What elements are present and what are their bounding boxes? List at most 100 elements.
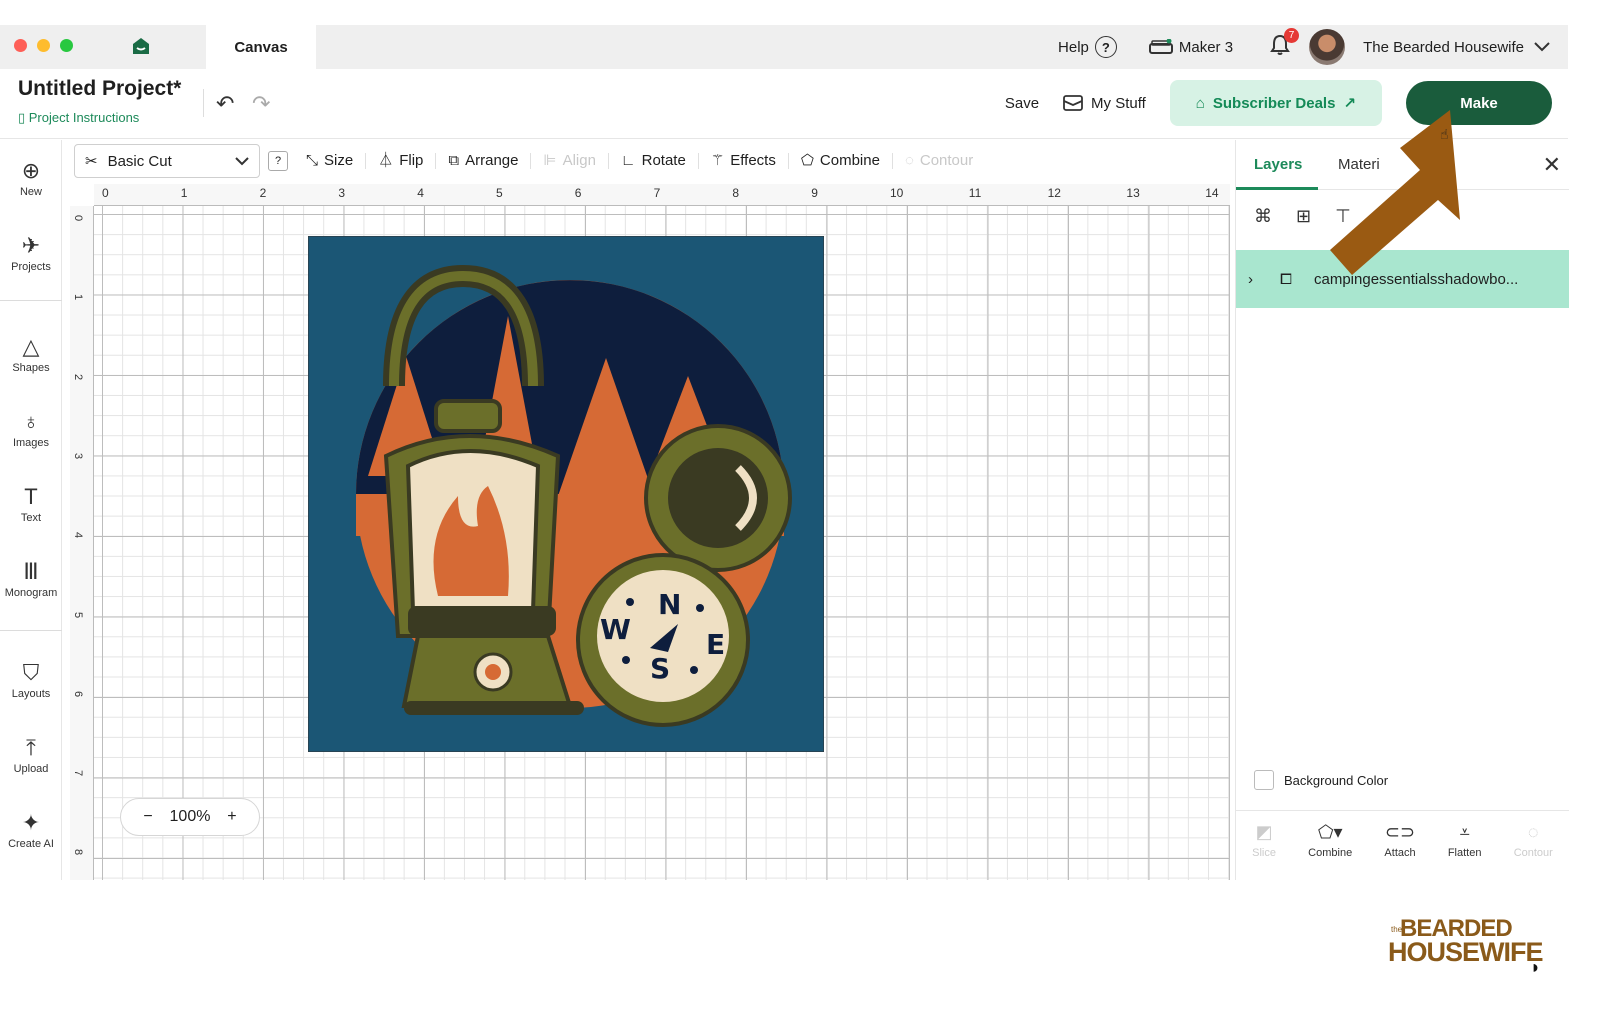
sidebar-item-label: Images <box>12 437 50 449</box>
shapes-icon: △ <box>22 334 40 359</box>
ruler-top-tick-label: 12 <box>1047 186 1061 200</box>
sidebar-item-shapes[interactable]: △ Shapes <box>0 334 62 374</box>
contour-icon: ◌ <box>904 152 914 169</box>
contour-panel-button[interactable]: ◌ Contour <box>1514 822 1553 859</box>
background-color-checkbox[interactable] <box>1254 770 1274 790</box>
background-color-toggle[interactable]: Background Color <box>1254 770 1388 790</box>
flatten-button[interactable]: ⩡ Flatten <box>1448 822 1482 859</box>
close-window-button[interactable] <box>14 39 27 52</box>
zoom-out-button[interactable]: − <box>143 808 152 826</box>
maximize-window-button[interactable] <box>60 39 73 52</box>
arrange-button[interactable]: ⧉ Arrange <box>436 152 532 169</box>
close-icon[interactable]: ✕ <box>1543 152 1561 178</box>
help-button[interactable]: Help ? <box>1058 36 1117 58</box>
sidebar-item-label: Create AI <box>8 838 54 850</box>
lightbulb-icon: ♁ <box>22 409 40 434</box>
resize-icon: ⤡ <box>306 152 319 169</box>
chevron-down-icon <box>235 156 249 165</box>
operation-help-button[interactable]: ? <box>268 151 288 171</box>
combine-label: Combine <box>819 152 880 169</box>
ruler-top-tick-label: 9 <box>811 186 818 200</box>
ruler-top-tick-label: 13 <box>1126 186 1140 200</box>
zoom-control: − 100% + <box>120 798 260 836</box>
upload-icon: ⤒ <box>26 735 36 760</box>
user-menu[interactable]: The Bearded Housewife <box>1363 39 1550 56</box>
combine-panel-label: Combine <box>1308 847 1353 859</box>
notifications-button[interactable]: 7 <box>1269 28 1300 60</box>
ruler-left-tick-label: 4 <box>72 532 85 539</box>
sidebar-item-label: Monogram <box>4 587 58 599</box>
machine-icon <box>1148 39 1173 54</box>
camping-shadowbox-design[interactable]: N W E S <box>308 236 824 752</box>
effects-button[interactable]: ⚚ Effects <box>699 153 789 169</box>
slice-label: Slice <box>1252 847 1276 859</box>
envelope-icon <box>1063 95 1083 111</box>
home-icon[interactable] <box>131 36 151 56</box>
plus-circle-icon: ⊕ <box>21 158 41 183</box>
rotate-button[interactable]: ∟ Rotate <box>609 153 699 169</box>
rotate-label: Rotate <box>641 152 686 169</box>
sidebar-item-new[interactable]: ⊕ New <box>0 158 62 198</box>
contour-button[interactable]: ◌ Contour <box>893 153 985 169</box>
operation-select[interactable]: ✂ Basic Cut <box>74 144 260 178</box>
tab-layers[interactable]: Layers <box>1254 156 1302 173</box>
sidebar-item-monogram[interactable]: Ⅲ Monogram <box>0 559 62 599</box>
chevron-right-icon[interactable]: › <box>1248 271 1268 288</box>
tab-indicator <box>1236 187 1318 190</box>
duplicate-icon[interactable]: ⊞ <box>1296 206 1311 227</box>
ruler-left-tick-label: 6 <box>72 690 85 697</box>
flip-button[interactable]: ⏃ Flip <box>366 153 437 169</box>
design-canvas[interactable]: 0 1 2 3 4 5 6 7 8 9 10 11 12 13 14 012345678 N W E S <box>70 184 1230 880</box>
compass-letter-n: N <box>658 588 681 621</box>
zoom-level: 100% <box>169 808 211 825</box>
ruler-left-tick-label: 1 <box>72 294 85 301</box>
redo-icon[interactable]: ↷ <box>252 91 270 117</box>
divider <box>0 630 62 631</box>
zoom-in-button[interactable]: + <box>227 808 236 826</box>
ruler-top-tick-label: 7 <box>653 186 661 200</box>
logo-line-2: HOUSEWIFE <box>1388 937 1544 967</box>
sidebar-item-label: New <box>19 186 42 198</box>
combine-icon: ⬠▾ <box>1317 822 1343 842</box>
sidebar-item-images[interactable]: ♁ Images <box>0 409 62 449</box>
help-label: Help <box>1058 38 1089 56</box>
sidebar-item-layouts[interactable]: ⛉ Layouts <box>0 660 62 700</box>
sidebar-item-label: Upload <box>13 763 49 775</box>
user-name: The Bearded Housewife <box>1363 38 1524 56</box>
sidebar-item-upload[interactable]: ⤒ Upload <box>0 735 62 775</box>
sidebar-item-text[interactable]: T Text <box>0 484 62 524</box>
arrange-label: Arrange <box>465 152 519 169</box>
ruler-top-tick-label: 5 <box>496 186 503 200</box>
project-instructions-link[interactable]: ▯ Project Instructions <box>18 110 139 126</box>
monogram-icon: Ⅲ <box>23 559 39 584</box>
compass-letter-e: E <box>706 628 725 661</box>
undo-icon[interactable]: ↶ <box>216 91 234 117</box>
attach-button[interactable]: ⊂⊃ Attach <box>1384 822 1415 859</box>
my-stuff-button[interactable]: My Stuff <box>1063 95 1146 112</box>
group-icon[interactable]: ⌘ <box>1254 206 1272 227</box>
top-right-controls: Help ? Maker 3 7 The Bearded Housewife <box>1058 25 1550 69</box>
contour-panel-label: Contour <box>1513 847 1553 859</box>
layer-actions: ◩ Slice ⬠▾ Combine ⊂⊃ Attach ⩡ Flatten ◌ Cont… <box>1236 810 1569 870</box>
slice-button[interactable]: ◩ Slice <box>1252 822 1276 859</box>
size-button[interactable]: ⤡ Size <box>294 152 367 169</box>
document-icon: ▯ <box>18 110 29 125</box>
avatar[interactable] <box>1309 29 1346 65</box>
ruler-left-tick-label: 8 <box>72 849 85 856</box>
save-button[interactable]: Save <box>1005 95 1039 112</box>
scissors-icon: ✂ <box>85 153 98 170</box>
sidebar-item-create-ai[interactable]: ✦ Create AI <box>0 810 62 850</box>
combine-panel-button[interactable]: ⬠▾ Combine <box>1308 822 1352 859</box>
page-title[interactable]: Untitled Project* <box>18 77 181 101</box>
tag-icon: ⌂ <box>1195 94 1205 112</box>
arrange-icon: ⧉ <box>448 152 460 169</box>
machine-selector[interactable]: Maker 3 <box>1148 39 1233 56</box>
combine-button[interactable]: ⬠ Combine <box>789 153 893 169</box>
align-button[interactable]: ⊫ Align <box>531 153 609 169</box>
tab-canvas[interactable]: Canvas <box>206 25 316 69</box>
sidebar-item-projects[interactable]: ✈ Projects <box>0 233 62 273</box>
sparkle-icon: ✦ <box>21 810 41 835</box>
left-sidebar: ⊕ New ✈ Projects △ Shapes ♁ Images T Tex… <box>0 140 62 880</box>
minimize-window-button[interactable] <box>37 39 50 52</box>
sidebar-item-label: Shapes <box>12 362 50 374</box>
